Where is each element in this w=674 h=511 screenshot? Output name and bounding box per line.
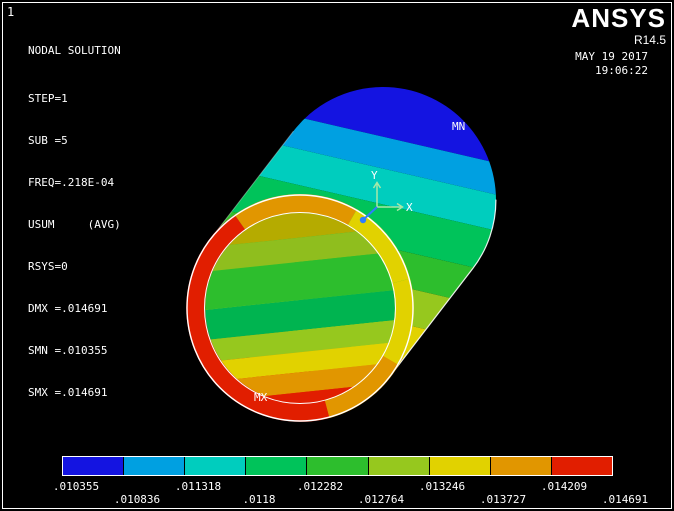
solution-sub: SUB =5: [28, 134, 68, 147]
solution-info: NODAL SOLUTION STEP=1 SUB =5 FREQ=.218E-…: [28, 16, 121, 428]
ansys-brand-text: ANSYS: [571, 3, 666, 33]
contour-legend-bar: [62, 456, 613, 476]
max-location-label: MX: [254, 391, 268, 404]
legend-value: .011318: [174, 480, 222, 493]
legend-value: .010836: [113, 493, 161, 506]
solution-smn: SMN =.010355: [28, 344, 108, 357]
solution-rsys: RSYS=0: [28, 260, 68, 273]
triad-y-label: Y: [371, 169, 378, 182]
legend-segment: [185, 457, 247, 475]
solution-step: STEP=1: [28, 92, 68, 105]
timestamp: MAY 19 2017 19:06:22: [575, 50, 648, 78]
solution-smx: SMX =.014691: [28, 386, 108, 399]
min-location-label: MN: [452, 120, 465, 133]
time-label: 19:06:22: [595, 64, 648, 77]
solution-dmx: DMX =.014691: [28, 302, 108, 315]
legend-segment: [551, 457, 612, 475]
date-label: MAY 19 2017: [575, 50, 648, 63]
legend-value: .012282: [296, 480, 344, 493]
solution-item: USUM (AVG): [28, 218, 121, 231]
legend-value: .014691: [601, 493, 649, 506]
triad-z-tip: [359, 216, 367, 224]
solution-freq: FREQ=.218E-04: [28, 176, 115, 189]
legend-segment: [307, 457, 369, 475]
legend-segment: [63, 457, 125, 475]
legend-value: .012764: [357, 493, 405, 506]
legend-value: .010355: [52, 480, 100, 493]
legend-value: .0118: [242, 493, 276, 506]
legend-segment: [368, 457, 430, 475]
ansys-logo: ANSYS R14.5: [571, 4, 666, 47]
solution-title: NODAL SOLUTION: [28, 44, 121, 57]
ansys-graphics-window: MN MX Y X 1 NODAL SOLUTION STEP=1 SUB =5…: [0, 0, 674, 511]
legend-segment: [246, 457, 308, 475]
legend-value: .014209: [540, 480, 588, 493]
legend-segment: [490, 457, 552, 475]
legend-value: .013246: [418, 480, 466, 493]
legend-segment: [429, 457, 491, 475]
legend-value: .013727: [479, 493, 527, 506]
legend-segment: [124, 457, 186, 475]
plot-number: 1: [7, 5, 15, 19]
triad-x-label: X: [406, 201, 413, 214]
ansys-release-label: R14.5: [633, 33, 666, 47]
